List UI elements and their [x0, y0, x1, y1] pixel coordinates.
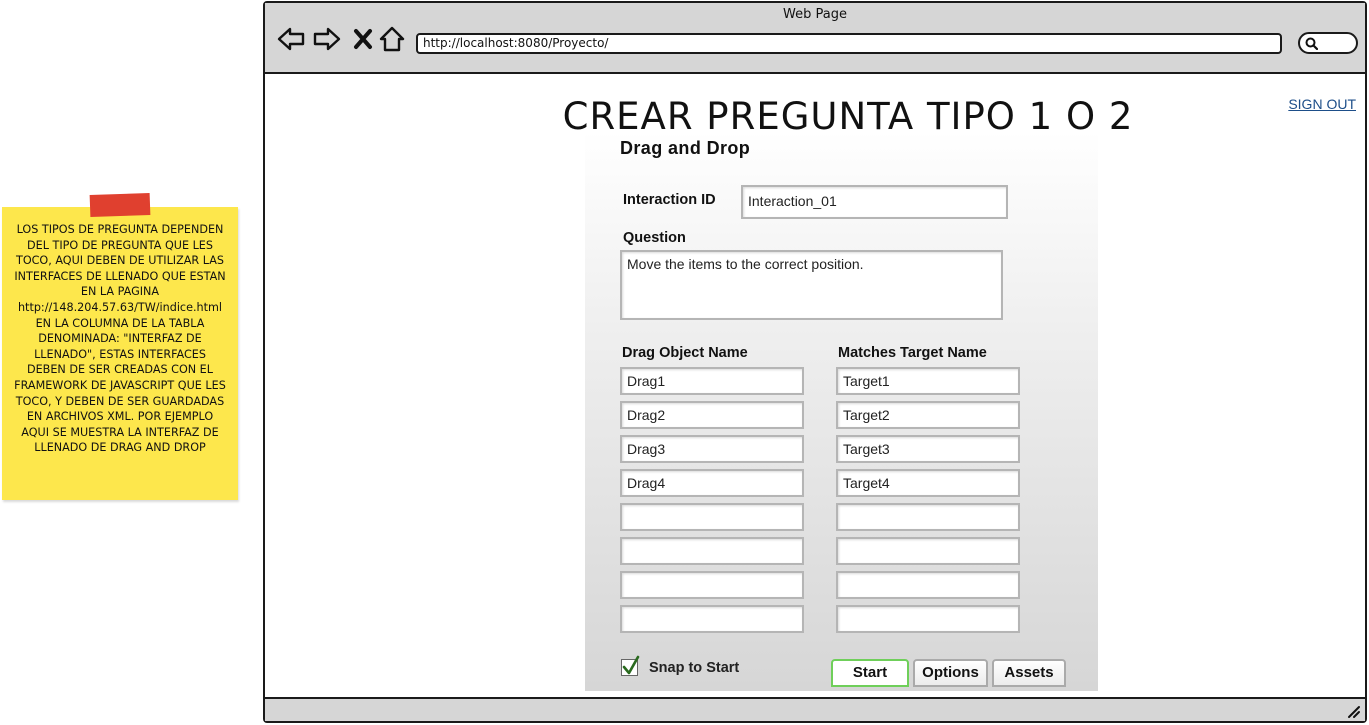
forward-arrow-icon[interactable]: [313, 25, 341, 53]
url-bar[interactable]: http://localhost:8080/Proyecto/: [416, 33, 1282, 54]
target-name-input[interactable]: Target4: [836, 469, 1020, 497]
drag-object-name-header: Drag Object Name: [622, 345, 748, 361]
sticky-note: LOS TIPOS DE PREGUNTA DEPENDEN DEL TIPO …: [2, 207, 238, 500]
tab-options[interactable]: Options: [913, 659, 988, 687]
search-icon: [1305, 37, 1318, 50]
snap-to-start-label: Snap to Start: [649, 659, 740, 676]
target-name-input[interactable]: [836, 503, 1020, 531]
drag-object-input[interactable]: [620, 503, 804, 531]
back-arrow-icon[interactable]: [277, 25, 305, 53]
target-name-input[interactable]: Target1: [836, 367, 1020, 395]
browser-toolbar: Web Page http://localhost:8080/Proyecto/: [265, 3, 1365, 74]
matches-target-name-header: Matches Target Name: [838, 345, 987, 361]
target-name-input[interactable]: Target2: [836, 401, 1020, 429]
sticky-note-text: LOS TIPOS DE PREGUNTA DEPENDEN DEL TIPO …: [14, 223, 226, 455]
browser-status-bar: [265, 697, 1365, 721]
drag-object-input[interactable]: Drag3: [620, 435, 804, 463]
drag-object-input[interactable]: [620, 571, 804, 599]
interaction-id-label: Interaction ID: [623, 192, 716, 208]
target-name-input[interactable]: [836, 605, 1020, 633]
target-name-input[interactable]: [836, 571, 1020, 599]
drag-object-input[interactable]: Drag2: [620, 401, 804, 429]
browser-window: Web Page http://localhost:8080/Proyecto/…: [263, 1, 1367, 723]
sticky-note-tape: [89, 192, 151, 218]
drag-object-input[interactable]: [620, 605, 804, 633]
question-textarea[interactable]: Move the items to the correct position.: [620, 250, 1003, 320]
target-name-input[interactable]: Target3: [836, 435, 1020, 463]
browser-title: Web Page: [783, 7, 847, 22]
question-label: Question: [623, 230, 686, 246]
browser-search-box[interactable]: [1298, 32, 1358, 54]
drag-object-input[interactable]: Drag4: [620, 469, 804, 497]
interaction-id-input[interactable]: Interaction_01: [741, 185, 1008, 219]
close-x-icon[interactable]: [349, 25, 377, 53]
sign-out-link[interactable]: SIGN OUT: [1288, 96, 1356, 112]
checkmark-icon: [622, 655, 640, 675]
tab-assets[interactable]: Assets: [992, 659, 1066, 687]
drag-object-input[interactable]: [620, 537, 804, 565]
drag-object-input[interactable]: Drag1: [620, 367, 804, 395]
resize-grip-icon[interactable]: [1345, 703, 1361, 719]
snap-to-start-checkbox[interactable]: [621, 655, 640, 676]
snap-to-start-option[interactable]: Snap to Start: [621, 655, 740, 676]
home-icon[interactable]: [378, 25, 406, 53]
target-name-input[interactable]: [836, 537, 1020, 565]
panel-title: Drag and Drop: [620, 138, 751, 158]
tab-start[interactable]: Start: [831, 659, 909, 687]
drag-drop-panel: Drag and Drop Interaction ID Interaction…: [585, 131, 1098, 691]
